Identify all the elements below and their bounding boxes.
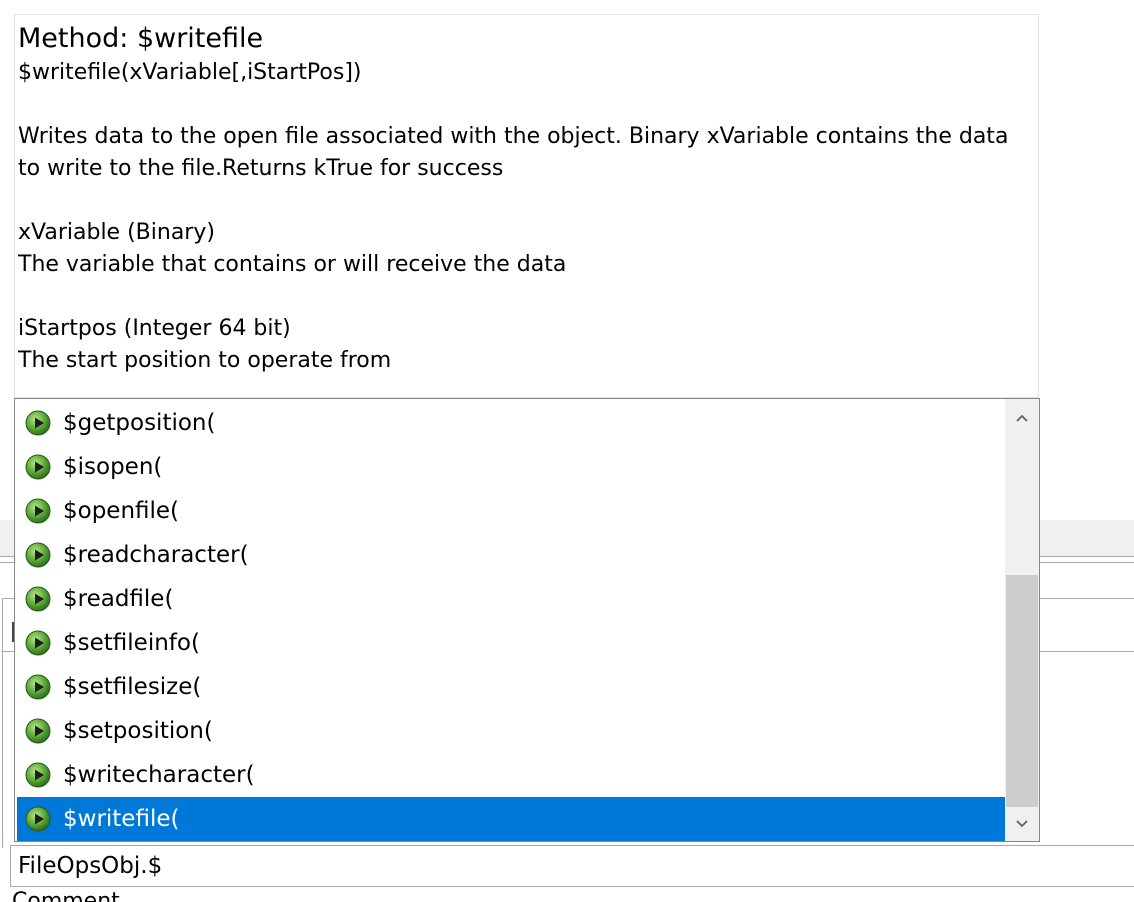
autocomplete-item[interactable]: $isopen( <box>17 445 1005 489</box>
method-help-panel: Method: $writefile $writefile(xVariable[… <box>14 14 1039 398</box>
comment-label: Comment <box>12 889 120 902</box>
autocomplete-item-label: $setfileinfo( <box>63 630 200 656</box>
help-description: Writes data to the open file associated … <box>18 124 1009 181</box>
code-input[interactable]: FileOpsObj.$ <box>10 845 1134 887</box>
play-icon <box>25 806 51 832</box>
autocomplete-item[interactable]: $writecharacter( <box>17 753 1005 797</box>
autocomplete-item-label: $writefile( <box>63 806 180 832</box>
vertical-scrollbar[interactable] <box>1005 399 1039 841</box>
scroll-down-button[interactable] <box>1005 807 1039 841</box>
code-editor-window: Method: $writefile $writefile(xVariable[… <box>0 0 1134 902</box>
scroll-thumb[interactable] <box>1006 575 1038 807</box>
autocomplete-item[interactable]: $getposition( <box>17 401 1005 445</box>
play-icon <box>25 454 51 480</box>
autocomplete-item[interactable]: $setposition( <box>17 709 1005 753</box>
autocomplete-item-label: $readfile( <box>63 586 174 612</box>
background-border <box>2 598 3 848</box>
autocomplete-item-label: $openfile( <box>63 498 180 524</box>
play-icon <box>25 498 51 524</box>
param-description: The start position to operate from <box>18 348 392 373</box>
scroll-up-button[interactable] <box>1005 401 1039 435</box>
play-icon <box>25 674 51 700</box>
param-name: xVariable (Binary) <box>18 220 215 245</box>
autocomplete-item-label: $writecharacter( <box>63 762 255 788</box>
autocomplete-item-label: $isopen( <box>63 454 163 480</box>
chevron-down-icon <box>1016 820 1028 828</box>
autocomplete-item[interactable]: $setfileinfo( <box>17 621 1005 665</box>
play-icon <box>25 630 51 656</box>
help-title: Method: $writefile <box>18 23 264 54</box>
autocomplete-item[interactable]: $readcharacter( <box>17 533 1005 577</box>
autocomplete-item[interactable]: $openfile( <box>17 489 1005 533</box>
autocomplete-item-label: $getposition( <box>63 410 216 436</box>
play-icon <box>25 586 51 612</box>
play-icon <box>25 762 51 788</box>
param-name: iStartpos (Integer 64 bit) <box>18 316 291 341</box>
autocomplete-item[interactable]: $setfilesize( <box>17 665 1005 709</box>
autocomplete-list[interactable]: $getposition( $isopen( $openfile( $readchar… <box>14 398 1040 842</box>
play-icon <box>25 542 51 568</box>
play-icon <box>25 718 51 744</box>
autocomplete-item-label: $setfilesize( <box>63 674 202 700</box>
autocomplete-item[interactable]: $writefile( <box>17 797 1005 841</box>
autocomplete-items: $getposition( $isopen( $openfile( $readchar… <box>15 399 1005 841</box>
autocomplete-item-label: $readcharacter( <box>63 542 249 568</box>
autocomplete-item[interactable]: $readfile( <box>17 577 1005 621</box>
help-signature: $writefile(xVariable[,iStartPos]) <box>18 60 362 85</box>
param-description: The variable that contains or will recei… <box>18 252 567 277</box>
play-icon <box>25 410 51 436</box>
chevron-up-icon <box>1016 414 1028 422</box>
autocomplete-item-label: $setposition( <box>63 718 213 744</box>
